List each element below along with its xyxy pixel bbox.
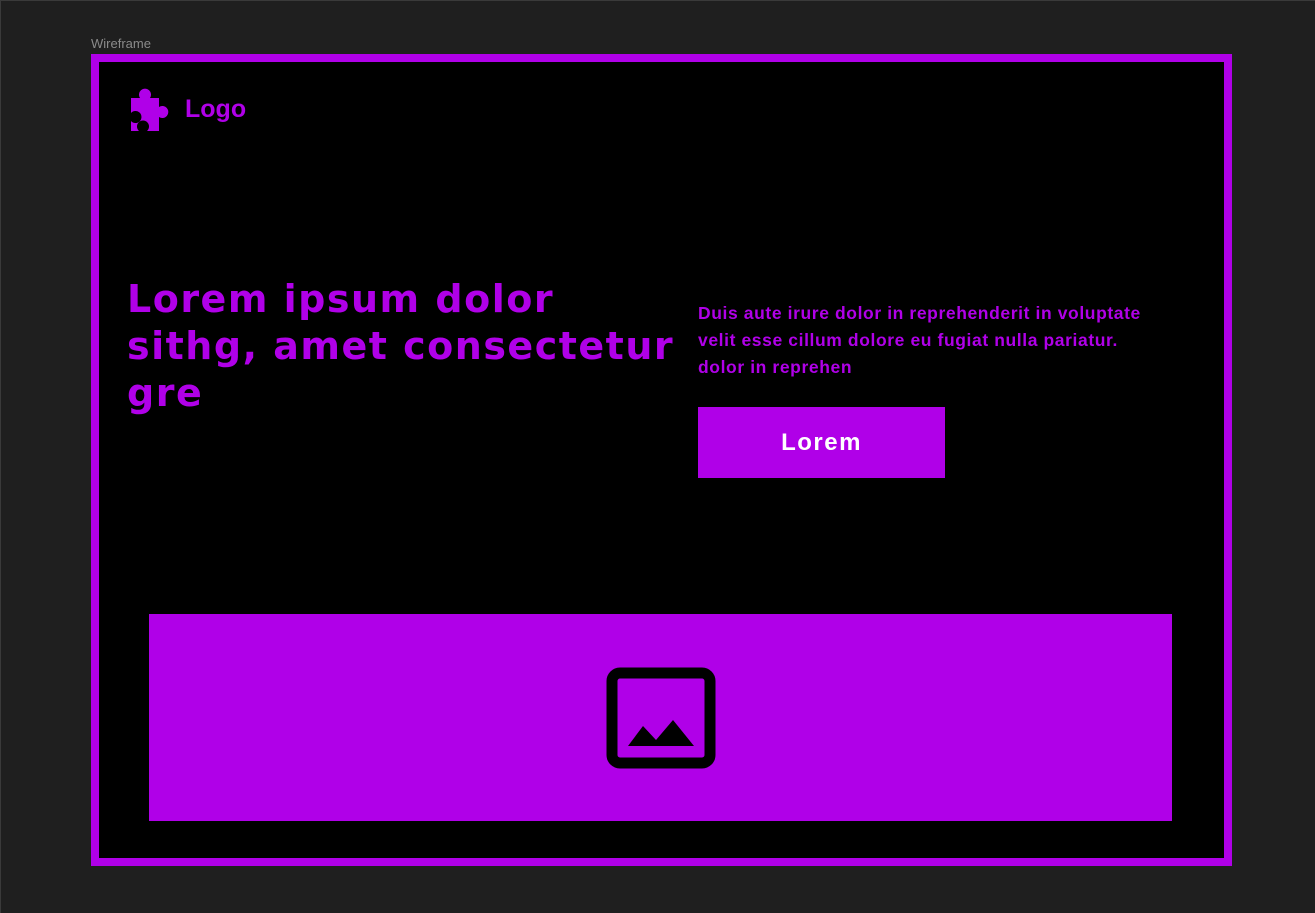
frame-label[interactable]: Wireframe [91,36,151,51]
design-canvas: Wireframe Logo Lorem ipsum dolor sithg, … [0,0,1315,913]
logo-text: Logo [185,94,247,123]
puzzle-piece-icon [131,88,169,131]
image-placeholder [149,614,1172,821]
image-icon [606,667,715,768]
logo[interactable]: Logo [121,84,246,134]
wireframe-frame[interactable]: Logo Lorem ipsum dolor sithg, amet conse… [91,54,1232,866]
hero-headline: Lorem ipsum dolor sithg, amet consectetu… [127,277,675,415]
hero-body-text: Duis aute irure dolor in reprehenderit i… [698,303,1141,377]
cta-button[interactable]: Lorem [698,407,945,478]
